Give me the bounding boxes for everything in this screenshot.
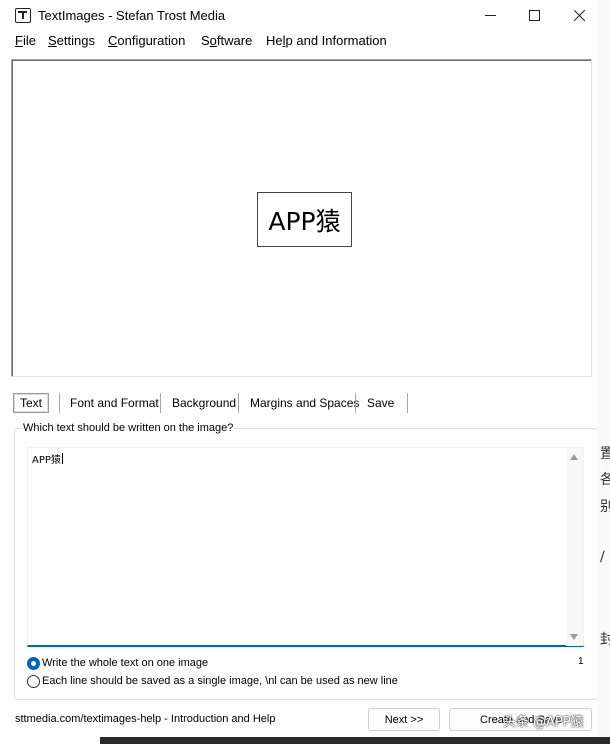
radio-each-line[interactable]: Each line should be saved as a single im… (27, 673, 398, 689)
tab-separator (407, 393, 408, 413)
tab-background[interactable]: Background (172, 392, 236, 414)
tab-separator (355, 393, 356, 413)
image-preview: APP猿 (11, 59, 592, 377)
preview-image: APP猿 (257, 192, 352, 247)
background-taskbar-strip (100, 737, 610, 744)
menu-help-and-information[interactable]: Help and Information (266, 33, 387, 48)
radio-whole-text-label: Write the whole text on one image (42, 657, 209, 669)
menu-file[interactable]: File (15, 33, 36, 48)
maximize-icon (528, 10, 540, 21)
menu-configuration[interactable]: Configuration (108, 33, 185, 48)
tab-save[interactable]: Save (367, 392, 394, 414)
menu-software[interactable]: Software (201, 33, 252, 48)
title-bar[interactable]: TextImages - Stefan Trost Media (0, 0, 610, 31)
window-title: TextImages - Stefan Trost Media (38, 8, 226, 23)
group-label: Which text should be written on the imag… (22, 422, 235, 434)
background-window-char: 别 (600, 499, 610, 515)
tab-text[interactable]: Text (13, 393, 50, 413)
background-window-char: 封 (600, 632, 610, 648)
menu-settings[interactable]: Settings (48, 33, 95, 48)
radio-unchecked-icon[interactable] (27, 674, 40, 688)
radio-whole-text[interactable]: Write the whole text on one image (27, 655, 208, 671)
tab-font-and-format[interactable]: Font and Format (70, 392, 159, 414)
menu-bar: File Settings Configuration Software Hel… (0, 31, 610, 51)
radio-checked-icon[interactable] (27, 656, 40, 670)
scroll-up-icon[interactable] (570, 454, 578, 460)
tab-margins-and-spaces[interactable]: Margins and Spaces (250, 392, 359, 414)
text-input-value: APP猿 (32, 453, 63, 466)
tab-separator (238, 393, 239, 413)
radio-each-line-label: Each line should be saved as a single im… (42, 675, 398, 687)
minimize-button[interactable] (467, 0, 513, 31)
text-input-area[interactable]: APP猿 (27, 447, 584, 647)
text-vertical-scrollbar[interactable] (566, 448, 583, 646)
next-button[interactable]: Next >> (368, 708, 440, 731)
line-count: 1 (578, 656, 584, 667)
background-window-char: / (600, 549, 605, 565)
close-button[interactable] (556, 0, 602, 31)
text-caret (61, 453, 63, 464)
background-window-char: 置 (600, 446, 610, 462)
minimize-icon (484, 15, 496, 16)
background-window-char: 各 (600, 472, 610, 488)
tab-separator (59, 393, 60, 413)
close-icon (573, 9, 586, 22)
scroll-down-icon[interactable] (570, 634, 578, 640)
textimages-app-icon[interactable] (15, 8, 31, 23)
tab-separator (160, 393, 161, 413)
help-link[interactable]: sttmedia.com/textimages-help - Introduct… (15, 713, 275, 725)
maximize-button[interactable] (511, 0, 557, 31)
watermark: 头条 @APP猿 (503, 715, 584, 730)
